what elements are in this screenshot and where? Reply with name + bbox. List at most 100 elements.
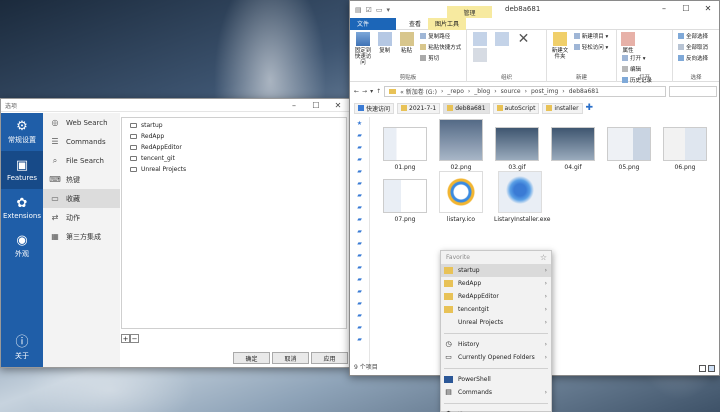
copy-button[interactable]: 复制 <box>375 32 395 54</box>
folder-icon[interactable]: ▰ <box>350 189 369 201</box>
menu-item-powershell[interactable]: PowerShell <box>441 373 551 386</box>
manage-context-tab[interactable]: 管理 <box>447 6 492 18</box>
folder-icon[interactable]: ▰ <box>350 297 369 309</box>
folder-icon[interactable]: ▰ <box>350 177 369 189</box>
file-item[interactable]: 04.gif <box>550 127 596 171</box>
file-item[interactable]: 06.png <box>662 127 708 171</box>
address-bar[interactable]: « 新加卷 (G:) › _repo › _blog › source › post_i… <box>384 86 666 97</box>
folder-icon[interactable]: ▰ <box>350 141 369 153</box>
file-item[interactable]: 02.png <box>438 119 484 171</box>
tab-file[interactable]: 文件 <box>350 17 396 30</box>
file-item[interactable]: 07.png <box>382 179 428 223</box>
folder-icon[interactable]: ▰ <box>350 201 369 213</box>
cancel-button[interactable]: 取消 <box>272 352 309 364</box>
folder-icon[interactable]: ▰ <box>350 225 369 237</box>
folder-tab-quick-access[interactable]: 快速访问 <box>354 102 395 114</box>
delete-button[interactable]: ✕ <box>514 32 534 48</box>
menu-item-favorite[interactable]: RedAppEditor › <box>441 290 551 303</box>
breadcrumb-item[interactable]: source <box>501 88 521 95</box>
back-icon[interactable]: ← <box>354 88 359 95</box>
folder-icon[interactable]: ▰ <box>350 333 369 345</box>
nav-item-web-search[interactable]: ◎ Web Search <box>43 113 120 132</box>
folder-tab[interactable]: 2021-7-1 <box>397 102 441 114</box>
rail-item-extensions[interactable]: ✿ Extensions <box>1 189 43 227</box>
rail-item-about[interactable]: ⓘ 关于 <box>1 329 43 367</box>
properties-button[interactable]: 属性 <box>620 32 636 54</box>
move-to-button[interactable] <box>470 32 490 48</box>
chevron-down-icon[interactable]: ▾ <box>370 88 373 95</box>
copy-to-button[interactable] <box>492 32 512 48</box>
folder-icon[interactable]: ▰ <box>350 249 369 261</box>
folder-icon[interactable]: ▰ <box>350 261 369 273</box>
breadcrumb-item[interactable]: _blog <box>474 88 490 95</box>
new-folder-icon[interactable]: ▭ <box>376 6 383 14</box>
copy-path-button[interactable]: 复制路径 <box>420 32 461 40</box>
folder-icon[interactable]: ▰ <box>350 321 369 333</box>
star-icon[interactable]: ★ <box>350 117 369 129</box>
menu-item-opened-folders[interactable]: ▭ Currently Opened Folders › <box>441 351 551 364</box>
menu-item-favorite[interactable]: tencentgit › <box>441 303 551 316</box>
tree-item[interactable]: RedApp <box>130 131 338 142</box>
breadcrumb-item[interactable]: post_img <box>531 88 558 95</box>
forward-icon[interactable]: → <box>362 88 367 95</box>
file-item[interactable]: listary.ico <box>438 171 484 223</box>
menu-item-options[interactable]: ⚙选项 <box>441 408 551 412</box>
easy-access-button[interactable]: 轻松访问 ▾ <box>573 43 608 51</box>
breadcrumb-item[interactable]: « 新加卷 (G:) <box>400 87 437 96</box>
large-icons-view-icon[interactable] <box>708 365 715 372</box>
rail-item-general[interactable]: ⚙ 常规设置 <box>1 113 43 151</box>
rail-item-appearance[interactable]: ◉ 外观 <box>1 227 43 265</box>
tab-view[interactable]: 查看 <box>402 18 428 30</box>
favorites-tree[interactable]: startup RedApp RedAppEditor tencent_git … <box>121 117 347 329</box>
pin-button[interactable]: 固定到快速访问 <box>353 32 373 66</box>
up-icon[interactable]: ↑ <box>376 88 381 95</box>
ok-button[interactable]: 确定 <box>233 352 270 364</box>
close-button[interactable]: ✕ <box>697 1 719 15</box>
menu-item-favorite[interactable]: Unreal Projects › <box>441 316 551 329</box>
tree-item[interactable]: startup <box>130 120 338 131</box>
nav-item-commands[interactable]: ☰ Commands <box>43 132 120 151</box>
breadcrumb-item[interactable]: _repo <box>447 88 464 95</box>
folder-icon[interactable]: ▰ <box>350 285 369 297</box>
rename-button[interactable] <box>470 48 490 64</box>
folder-tab[interactable]: installer <box>542 102 583 114</box>
search-input[interactable] <box>669 86 717 97</box>
menu-item-commands[interactable]: ▤ Commands › <box>441 386 551 399</box>
folder-icon[interactable]: ▰ <box>350 129 369 141</box>
nav-item-actions[interactable]: ⇄ 动作 <box>43 208 120 227</box>
edit-button[interactable]: 编辑 <box>622 65 652 73</box>
folder-icon[interactable]: ▰ <box>350 153 369 165</box>
paste-button[interactable]: 粘贴 <box>397 32 417 54</box>
new-item-button[interactable]: 新建项目 ▾ <box>573 32 608 40</box>
breadcrumb-item[interactable]: deb8a681 <box>569 88 599 95</box>
menu-item-favorite[interactable]: RedApp › <box>441 277 551 290</box>
nav-item-favorites[interactable]: ▭ 收藏 <box>43 189 120 208</box>
select-all-button[interactable]: 全部选择 <box>678 32 708 40</box>
add-button[interactable]: + <box>121 334 130 343</box>
tree-item[interactable]: RedAppEditor <box>130 142 338 153</box>
invert-selection-button[interactable]: 反向选择 <box>678 54 708 62</box>
remove-button[interactable]: − <box>130 334 139 343</box>
file-item[interactable]: 03.gif <box>494 127 540 171</box>
tree-item[interactable]: tencent_git <box>130 153 338 164</box>
folder-icon[interactable]: ▰ <box>350 237 369 249</box>
folder-icon[interactable]: ▰ <box>350 165 369 177</box>
add-tab-icon[interactable]: ✚ <box>586 103 594 113</box>
nav-item-integrations[interactable]: ▦ 第三方集成 <box>43 227 120 246</box>
file-item[interactable]: 05.png <box>606 127 652 171</box>
details-view-icon[interactable] <box>699 365 706 372</box>
menu-item-favorite[interactable]: startup › <box>441 264 551 277</box>
folder-tab[interactable]: autoScript <box>492 102 540 114</box>
folder-icon[interactable]: ▰ <box>350 213 369 225</box>
folder-icon[interactable]: ▰ <box>350 309 369 321</box>
open-button[interactable]: 打开 ▾ <box>622 54 652 62</box>
star-icon[interactable]: ☆ <box>540 253 547 262</box>
nav-item-file-search[interactable]: ⌕ File Search <box>43 151 120 170</box>
select-none-button[interactable]: 全部取消 <box>678 43 708 51</box>
tab-picture-tools[interactable]: 图片工具 <box>428 17 467 30</box>
minimize-button[interactable]: – <box>653 1 675 15</box>
maximize-button[interactable]: ☐ <box>305 101 327 110</box>
maximize-button[interactable]: ☐ <box>675 1 697 15</box>
file-item[interactable]: 01.png <box>382 127 428 171</box>
new-folder-button[interactable]: 新建文件夹 <box>550 32 570 60</box>
